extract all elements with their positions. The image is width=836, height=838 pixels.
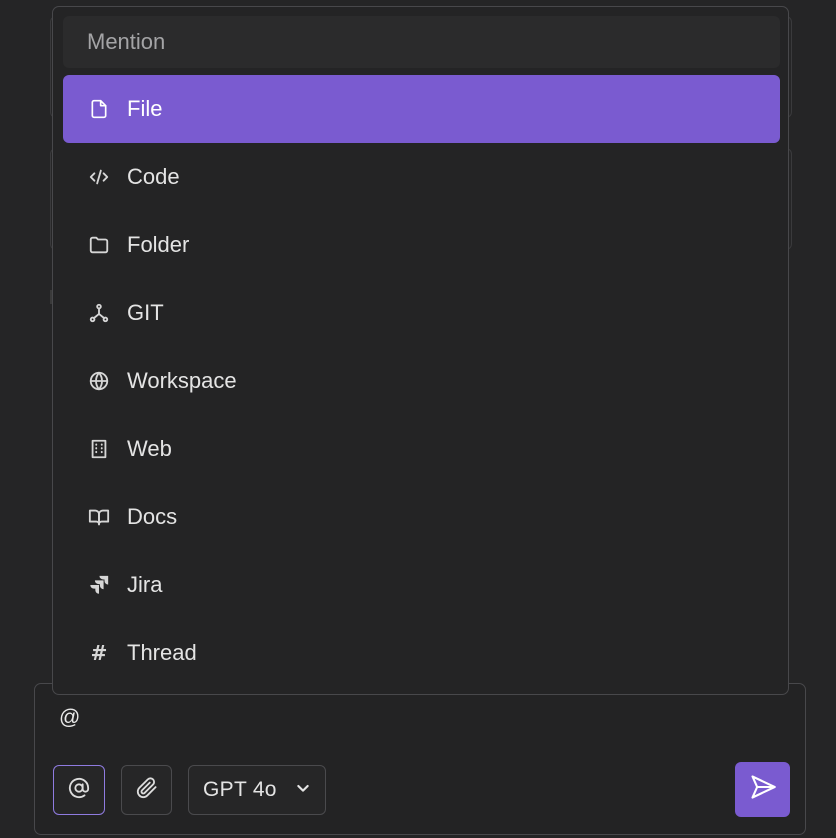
jira-icon [87, 573, 111, 597]
menu-item-label: Thread [127, 640, 197, 665]
send-button[interactable] [735, 762, 790, 817]
menu-item-label: Web [127, 436, 172, 461]
chevron-down-icon [295, 780, 311, 801]
mention-popup: Mention File Code Folder GIT Workspace W… [52, 6, 789, 695]
menu-item-label: Code [127, 164, 180, 189]
menu-item-git[interactable]: GIT [63, 279, 780, 347]
menu-item-web[interactable]: Web [63, 415, 780, 483]
menu-item-workspace[interactable]: Workspace [63, 347, 780, 415]
menu-item-folder[interactable]: Folder [63, 211, 780, 279]
menu-item-label: File [127, 96, 163, 121]
git-branch-icon [87, 301, 111, 325]
message-input[interactable]: @ [59, 706, 80, 730]
menu-item-label: Workspace [127, 368, 237, 393]
file-icon [87, 97, 111, 121]
mention-button[interactable] [53, 765, 105, 815]
paperclip-icon [136, 776, 158, 804]
attach-button[interactable] [121, 765, 172, 815]
model-select[interactable]: GPT 4o [188, 765, 326, 815]
at-icon [68, 777, 90, 804]
menu-item-label: GIT [127, 300, 164, 325]
menu-item-thread[interactable]: # Thread [63, 619, 780, 687]
folder-icon [87, 233, 111, 257]
menu-item-code[interactable]: Code [63, 143, 780, 211]
building-icon [87, 437, 111, 461]
menu-item-jira[interactable]: Jira [63, 551, 780, 619]
globe-icon [87, 369, 111, 393]
chat-composer: @ GPT 4o [34, 683, 806, 835]
hash-icon: # [90, 641, 108, 665]
menu-item-label: Jira [127, 572, 163, 597]
menu-item-file[interactable]: File [63, 75, 780, 143]
menu-item-label: Folder [127, 232, 190, 257]
book-icon [87, 505, 111, 529]
model-select-value: GPT 4o [203, 778, 277, 801]
mention-header-label: Mention [87, 29, 166, 54]
mention-header: Mention [63, 16, 780, 68]
menu-item-docs[interactable]: Docs [63, 483, 780, 551]
menu-item-label: Docs [127, 504, 178, 529]
send-icon [749, 773, 777, 806]
code-icon [87, 165, 111, 189]
